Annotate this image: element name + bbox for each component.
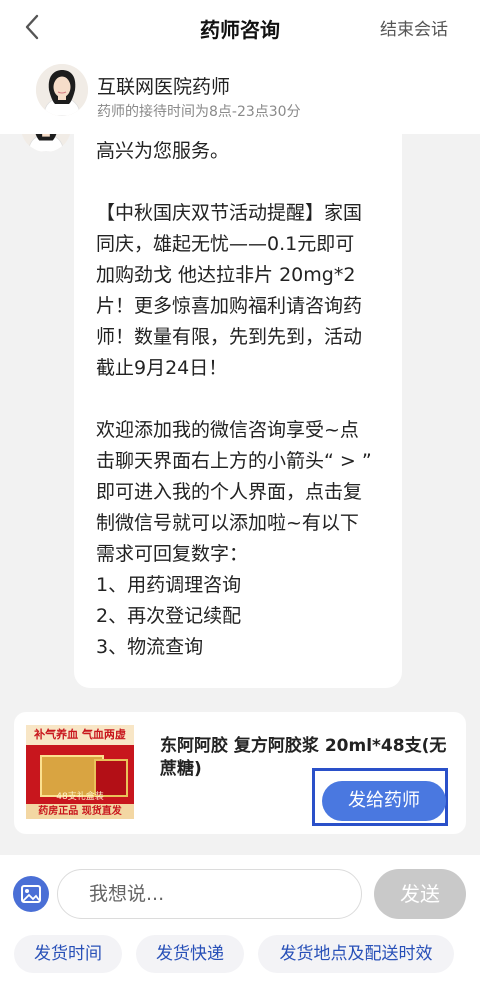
input-bar: 发送 发货时间 发货快递 发货地点及配送时效 <box>0 855 480 988</box>
quick-reply-shipping-location[interactable]: 发货地点及配送时效 <box>258 935 454 973</box>
message-line: 片！更多惊喜加购福利请咨询药 <box>96 295 363 317</box>
message-line: 欢迎添加我的微信咨询享受~点 <box>96 419 359 441</box>
message-line: 高兴为您服务。 <box>96 140 230 162</box>
pharmacist-name: 互联网医院药师 <box>97 76 231 98</box>
product-image-count: 48支礼盒装 <box>56 792 104 802</box>
message-line: 同庆，雄起无忧——0.1元即可 <box>96 233 355 255</box>
quick-reply-shipping-time[interactable]: 发货时间 <box>14 935 122 973</box>
send-to-pharmacist-button[interactable]: 发给药师 <box>322 781 446 821</box>
message-line: 1、用药调理咨询 <box>96 574 242 596</box>
message-line: 师！数量有限，先到先到，活动 <box>96 326 363 348</box>
product-image-bottom-banner: 药房正品 现货直发 <box>26 804 134 819</box>
message-avatar[interactable] <box>21 134 71 152</box>
image-button[interactable] <box>13 876 49 912</box>
product-image-top-banner: 补气养血 气血两虚 <box>26 725 134 745</box>
message-line: 需求可回复数字： <box>96 543 249 565</box>
message-line: 截止9月24日！ <box>96 357 228 379</box>
message-line: 制微信号就可以添加啦~有以下 <box>96 512 359 534</box>
send-button[interactable]: 发送 <box>374 869 466 919</box>
message-line: 即可进入我的个人界面，点击复 <box>96 481 363 503</box>
message-line: 加购劲戈 他达拉非片 20mg*2 <box>96 264 356 286</box>
product-image[interactable]: 补气养血 气血两虚 48支礼盒装 药房正品 现货直发 <box>26 725 134 819</box>
pharmacist-avatar[interactable] <box>36 64 88 116</box>
message-paragraph-gap <box>96 167 382 198</box>
message-paragraph-gap <box>96 384 382 415</box>
message-line: 2、再次登记续配 <box>96 605 242 627</box>
message-line: 【中秋国庆双节活动提醒】家国 <box>96 202 363 224</box>
end-session-button[interactable]: 结束会话 <box>380 15 448 40</box>
chat-area[interactable]: 您好，欢迎进入1药网药师咨询，我是您的全科专属药师，很高兴为您服务。【中秋国庆双… <box>0 134 480 704</box>
pharmacist-info-bar: 互联网医院药师 药师的接待时间为8点-23点30分 <box>0 54 480 134</box>
message-line: 击聊天界面右上方的小箭头“ > ” <box>96 450 372 472</box>
message-line: 3、物流查询 <box>96 636 204 658</box>
image-icon <box>21 885 41 903</box>
reception-hours: 药师的接待时间为8点-23点30分 <box>97 104 301 120</box>
message-bubble: 您好，欢迎进入1药网药师咨询，我是您的全科专属药师，很高兴为您服务。【中秋国庆双… <box>74 134 402 688</box>
message-input[interactable] <box>57 869 362 919</box>
header: 药师咨询 结束会话 <box>0 0 480 54</box>
quick-reply-shipping-courier[interactable]: 发货快递 <box>136 935 244 973</box>
